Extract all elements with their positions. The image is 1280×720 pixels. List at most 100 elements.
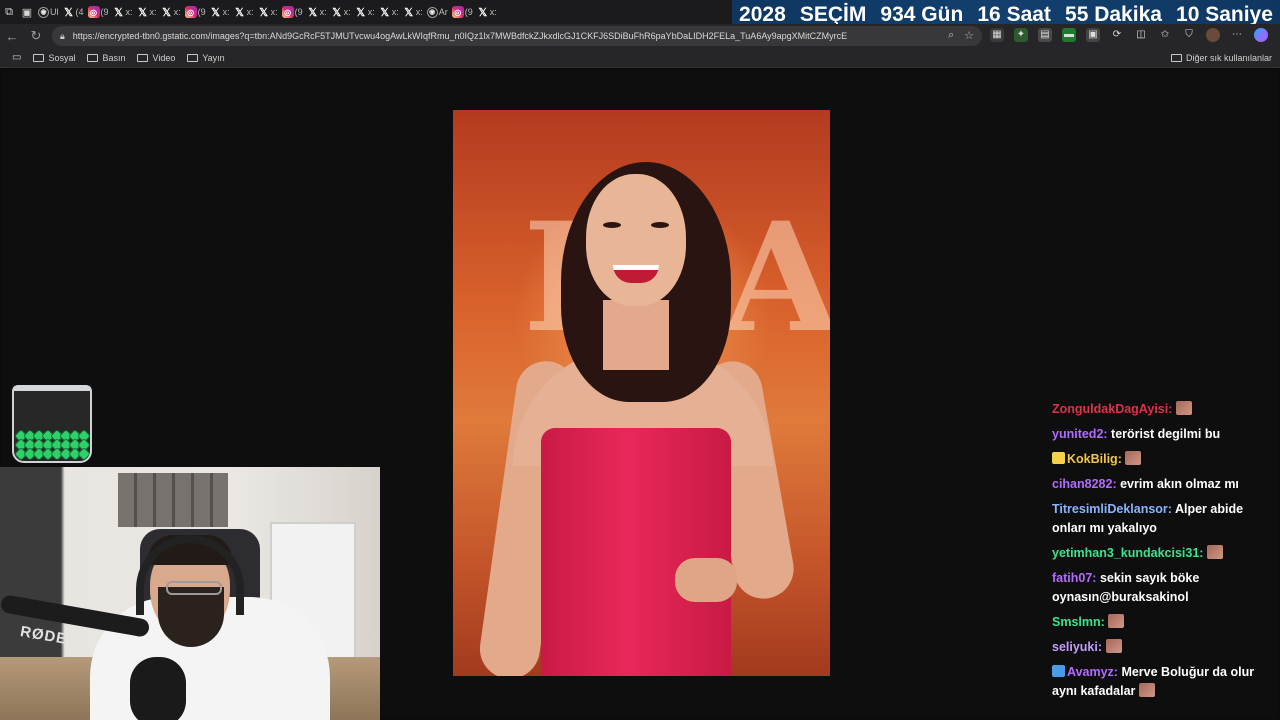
chat-username[interactable]: fatih07: xyxy=(1052,571,1096,585)
browser-tab[interactable]: 𝕏x: xyxy=(377,2,401,22)
tab-title: Ul xyxy=(50,7,59,17)
favorite-star-icon[interactable]: ☆ xyxy=(964,29,974,42)
x-logo-icon: 𝕏 xyxy=(404,6,414,19)
bookmarks-bar: ▭ Sosyal Basın Video Yayın Diğer sık kul… xyxy=(0,48,1280,68)
x-logo-icon: 𝕏 xyxy=(235,6,245,19)
browser-tab[interactable]: ◉ Ul xyxy=(36,2,61,22)
browser-tab[interactable]: 𝕏x: xyxy=(305,2,329,22)
browser-tab[interactable]: 𝕏 (4 xyxy=(61,2,86,22)
extension-icon[interactable]: ▬ xyxy=(1062,28,1076,42)
browser-tab[interactable]: 𝕏x: xyxy=(232,2,256,22)
extension-icon[interactable]: ▤ xyxy=(1038,28,1052,42)
chat-username[interactable]: yunited2: xyxy=(1052,427,1108,441)
bookmark-folder-sosyal[interactable]: Sosyal xyxy=(33,53,75,63)
bookmark-folder-yayin[interactable]: Yayın xyxy=(187,53,225,63)
browser-tab[interactable]: 𝕏x: xyxy=(111,2,135,22)
bookmark-label: Sosyal xyxy=(48,52,76,63)
bookmark-folder-video[interactable]: Video xyxy=(137,53,175,63)
x-logo-icon: 𝕏 xyxy=(211,6,221,19)
wall-frames xyxy=(118,473,228,527)
browser-tab[interactable]: ◎ (9 xyxy=(280,2,305,22)
lock-icon: 🔒︎ xyxy=(60,30,65,41)
browser-tab[interactable]: ◎ (9 xyxy=(86,2,111,22)
bookmark-folder-basin[interactable]: Basın xyxy=(87,53,125,63)
chat-text: evrim akın olmaz mı xyxy=(1120,477,1239,491)
chat-message: yetimhan3_kundakcisi31: xyxy=(1052,544,1274,563)
countdown-year: 2028 xyxy=(739,2,786,26)
sidebar-toggle-icon[interactable]: ▣ xyxy=(18,3,36,21)
browser-tab[interactable]: ◎ (9 xyxy=(450,2,475,22)
tab-title: x: xyxy=(391,7,399,17)
extension-icon[interactable]: ✦ xyxy=(1014,28,1028,42)
favorites-icon[interactable]: ✩ xyxy=(1158,28,1172,42)
chat-username[interactable]: Smslmn: xyxy=(1052,615,1105,629)
folder-icon xyxy=(1170,54,1182,62)
tab-title: x: xyxy=(319,7,327,17)
folder-icon xyxy=(87,53,99,62)
tab-title: (9 xyxy=(294,7,303,17)
chat-username[interactable]: seliyuki: xyxy=(1052,640,1102,654)
countdown-seconds: 10 Saniye xyxy=(1176,2,1273,26)
copilot-icon[interactable] xyxy=(1254,28,1268,42)
browser-tab[interactable]: 𝕏x: xyxy=(135,2,159,22)
figure-hand xyxy=(675,558,737,602)
jar-beads xyxy=(14,421,90,461)
viewed-image[interactable]: F A xyxy=(453,110,830,676)
tab-title: x: xyxy=(222,7,230,17)
split-screen-icon[interactable]: ◫ xyxy=(1134,28,1148,42)
extension-icon[interactable]: ▦ xyxy=(990,28,1004,42)
x-logo-icon: 𝕏 xyxy=(64,6,73,19)
chat-username[interactable]: cihan8282: xyxy=(1052,477,1117,491)
chat-username[interactable]: Avamyz: xyxy=(1067,665,1118,679)
microphone xyxy=(130,657,186,720)
chat-emote-icon xyxy=(1138,683,1155,697)
reload-button[interactable]: ↻ xyxy=(24,24,48,48)
back-button[interactable]: ← xyxy=(0,24,24,48)
chat-emote-icon xyxy=(1108,614,1125,628)
x-logo-icon: 𝕏 xyxy=(138,6,147,19)
instagram-icon: ◎ xyxy=(451,6,464,18)
figure-dress xyxy=(541,428,731,676)
zoom-icon[interactable]: ⌕ xyxy=(948,29,954,42)
tab-title: x: xyxy=(343,7,351,17)
browser-tab[interactable]: 𝕏x: xyxy=(256,2,280,22)
backdrop-letter: A xyxy=(723,190,830,366)
extension-icon[interactable]: ▣ xyxy=(1086,28,1100,42)
instagram-icon: ◎ xyxy=(184,6,197,18)
more-menu-icon[interactable]: ⋯ xyxy=(1230,28,1244,42)
figure-eye xyxy=(651,222,669,228)
other-bookmarks[interactable]: Diğer sık kullanılanlar xyxy=(1170,53,1272,63)
x-logo-icon: 𝕏 xyxy=(332,6,342,19)
instagram-icon: ◎ xyxy=(87,6,100,18)
bead xyxy=(77,448,90,460)
profile-avatar[interactable] xyxy=(1206,28,1220,42)
extensions-puzzle-icon[interactable]: ⟳ xyxy=(1110,28,1124,42)
chat-message: Avamyz: Merve Boluğur da olur aynı kafad… xyxy=(1052,663,1274,701)
browser-tab[interactable]: 𝕏x: xyxy=(475,2,499,22)
chat-message: Smslmn: xyxy=(1052,613,1274,632)
browser-tab[interactable]: 𝕏x: xyxy=(401,2,425,22)
browser-tab[interactable]: ◎ (9 xyxy=(183,2,208,22)
chat-username[interactable]: ZonguldakDagAyisi: xyxy=(1052,402,1172,416)
chat-message: cihan8282: evrim akın olmaz mı xyxy=(1052,475,1274,494)
chat-username[interactable]: TitresimliDeklansor: xyxy=(1052,502,1172,516)
browser-tab[interactable]: 𝕏x: xyxy=(159,2,183,22)
tab-manager-icon[interactable]: ⧉ xyxy=(0,3,18,21)
reading-list-icon[interactable]: ▭ xyxy=(12,52,21,63)
browser-tab[interactable]: 𝕏x: xyxy=(353,2,377,22)
browser-tab[interactable]: 𝕏x: xyxy=(329,2,353,22)
tab-title: x: xyxy=(246,7,254,17)
instagram-icon: ◎ xyxy=(281,6,294,18)
figure-neck xyxy=(603,300,669,370)
webcam-feed: RØDE xyxy=(0,467,380,720)
browser-tab[interactable]: 𝕏x: xyxy=(208,2,232,22)
chat-message: KokBilig: xyxy=(1052,450,1274,469)
chat-username[interactable]: KokBilig: xyxy=(1067,452,1122,466)
site-favicon-icon: ◉ xyxy=(426,6,438,18)
address-bar[interactable]: 🔒︎ https://encrypted-tbn0.gstatic.com/im… xyxy=(52,26,982,46)
browser-tab[interactable]: ◉ Ar xyxy=(425,2,450,22)
tab-title: x: xyxy=(489,7,497,17)
chat-message: ZonguldakDagAyisi: xyxy=(1052,400,1274,419)
browser-essentials-icon[interactable]: ⛉ xyxy=(1182,28,1196,42)
chat-username[interactable]: yetimhan3_kundakcisi31: xyxy=(1052,546,1203,560)
